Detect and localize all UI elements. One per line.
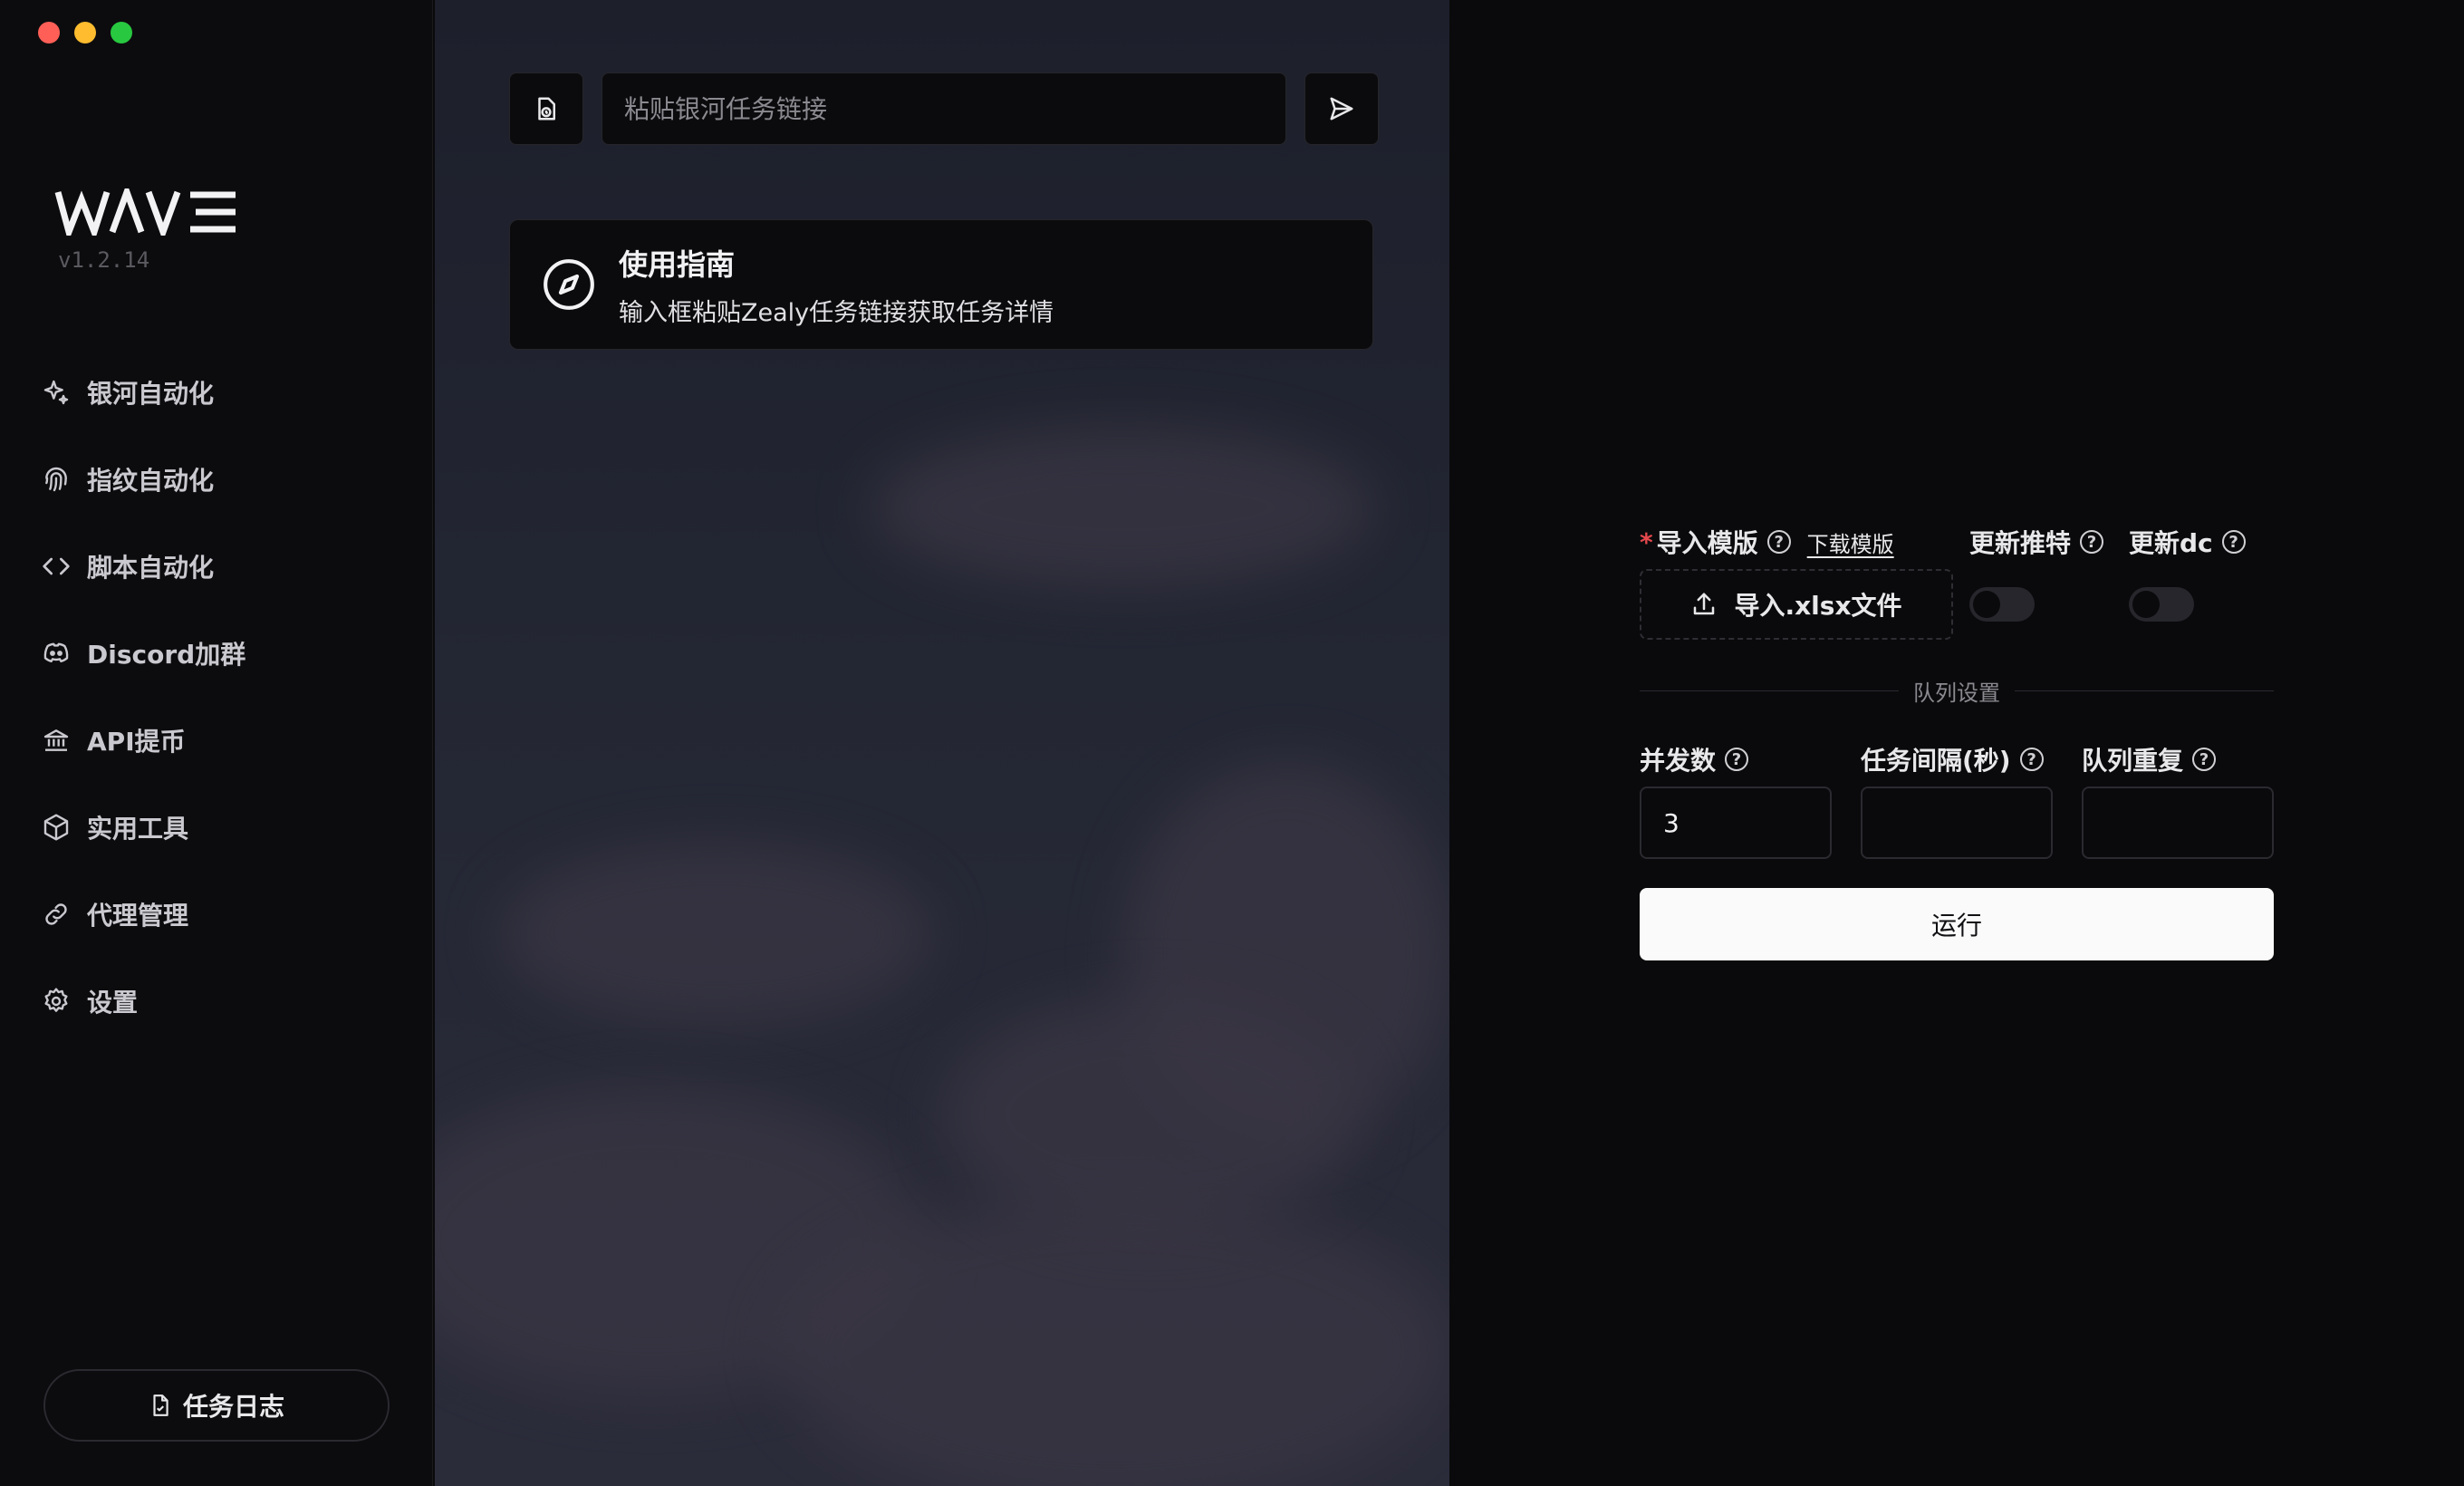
sidebar-item-galaxy[interactable]: 银河自动化 [42,349,245,436]
update-twitter-toggle[interactable] [1969,587,2035,622]
download-template-link[interactable]: 下载模版 [1807,526,1894,558]
sidebar-item-label: 脚本自动化 [87,553,215,583]
help-icon[interactable]: ? [1766,530,1791,554]
sidebar-item-label: 代理管理 [87,901,189,931]
sidebar-item-label: 实用工具 [87,814,189,844]
interval-text: 任务间隔(秒) [1861,746,2011,776]
code-icon [43,557,70,575]
submit-link-button[interactable] [1304,72,1379,145]
discord-icon [43,642,69,662]
minimize-window-button[interactable] [74,22,96,43]
background-cloud [498,843,933,1024]
usage-guide-card: 使用指南 输入框粘贴Zealy任务链接获取任务详情 [509,219,1373,350]
toggle-knob [2132,591,2160,618]
help-icon[interactable]: ? [2080,530,2104,554]
queue-repeat-input[interactable] [2082,786,2274,859]
toggle-knob [1973,591,2000,618]
gear-icon [44,988,68,1012]
queue-settings-title: 队列设置 [1913,680,2000,706]
background-cloud [779,1196,1449,1486]
fingerprint-icon [45,467,67,492]
required-mark: * [1640,526,1653,557]
concurrency-label: 并发数 ? [1640,741,1749,777]
app-version: v1.2.14 [58,247,150,273]
sidebar-item-script[interactable]: 脚本自动化 [42,523,245,610]
upload-icon [1694,593,1715,615]
sidebar-item-label: 指纹自动化 [87,466,215,496]
sidebar-item-label: 银河自动化 [87,379,215,409]
import-template-label: * 导入模版 ? 下载模版 [1640,524,1894,560]
task-panel: 使用指南 输入框粘贴Zealy任务链接获取任务详情 [435,0,1449,1486]
sidebar-item-discord[interactable]: Discord加群 [42,610,245,697]
import-template-text: 导入模版 [1656,528,1758,558]
sidebar-item-proxy[interactable]: 代理管理 [42,871,245,958]
file-icon [153,1394,168,1416]
window-controls [38,22,132,43]
queue-repeat-label: 队列重复 ? [2082,741,2217,777]
concurrency-text: 并发数 [1640,746,1717,776]
task-log-button[interactable]: 任务日志 [43,1369,390,1442]
bank-icon [43,729,69,751]
guide-title: 使用指南 [619,246,736,282]
sidebar-item-settings[interactable]: 设置 [42,958,245,1045]
help-icon[interactable]: ? [2221,530,2246,554]
sidebar-nav: 银河自动化 指纹自动化 脚本自动化 Discord加群 API提币 实用工具 代… [42,349,245,1045]
background-cloud [870,426,1377,589]
wave-logo [54,188,236,236]
task-log-label: 任务日志 [182,1392,284,1422]
help-icon[interactable]: ? [2019,748,2044,771]
sidebar-item-fingerprint[interactable]: 指纹自动化 [42,436,245,523]
box-icon [43,814,69,841]
background-cloud [942,997,1359,1232]
sidebar-item-label: 设置 [87,988,139,1018]
update-twitter-label: 更新推特 ? [1969,524,2104,560]
paste-link-button[interactable] [509,72,583,145]
sidebar-item-api-withdraw[interactable]: API提币 [42,697,245,784]
import-xlsx-button[interactable]: 导入.xlsx文件 [1640,569,1953,640]
update-dc-text: 更新dc [2129,528,2213,558]
maximize-window-button[interactable] [111,22,132,43]
update-twitter-text: 更新推特 [1969,528,2072,558]
link-icon [45,903,67,925]
task-link-input[interactable] [602,72,1286,145]
send-icon [1330,97,1353,121]
close-window-button[interactable] [38,22,60,43]
update-dc-toggle[interactable] [2129,587,2194,622]
run-button[interactable]: 运行 [1640,888,2274,960]
compass-icon [544,259,594,310]
concurrency-input[interactable] [1640,786,1832,859]
guide-text: 使用指南 输入框粘贴Zealy任务链接获取任务详情 [619,242,1054,328]
sidebar-item-label: API提币 [87,727,186,757]
task-link-row [509,72,1379,145]
queue-settings-divider: 队列设置 [1640,680,2274,706]
guide-description: 输入框粘贴Zealy任务链接获取任务详情 [619,298,1054,327]
import-xlsx-label: 导入.xlsx文件 [1734,591,1902,621]
update-dc-label: 更新dc ? [2129,524,2246,560]
sparkles-icon [43,380,69,405]
sidebar-item-tools[interactable]: 实用工具 [42,784,245,871]
help-icon[interactable]: ? [1725,748,1749,771]
clipboard-clock-icon [538,97,555,121]
interval-label: 任务间隔(秒) ? [1861,741,2044,777]
sidebar-item-label: Discord加群 [87,640,246,670]
interval-input[interactable] [1861,786,2053,859]
queue-repeat-text: 队列重复 [2082,746,2184,776]
sidebar: v1.2.14 银河自动化 指纹自动化 脚本自动化 Discord加群 API提… [0,0,433,1486]
help-icon[interactable]: ? [2192,748,2217,771]
